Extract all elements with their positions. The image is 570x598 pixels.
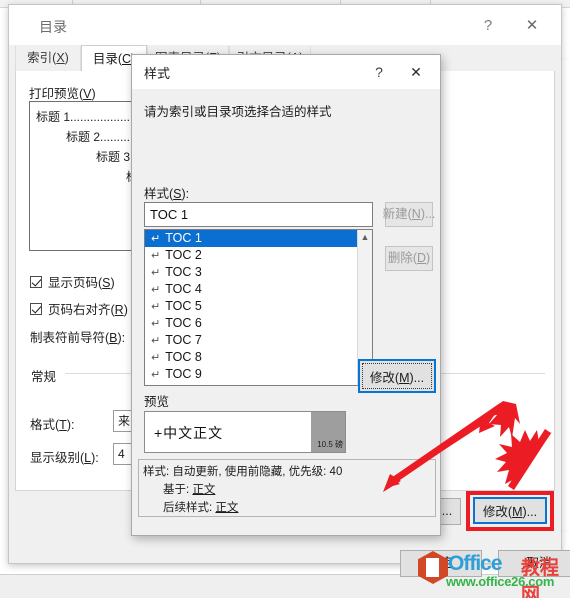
style-dialog: 样式 ? ✕ 请为索引或目录项选择合适的样式 样式(S): TOC 1 ↵ TOC… [131, 54, 570, 577]
close-icon[interactable]: ✕ [517, 14, 547, 38]
style-description-line-3: 后续样式: 正文 [163, 502, 239, 514]
right-align-page-numbers-checkbox[interactable] [30, 303, 42, 315]
paragraph-mark-icon: ↵ [151, 250, 161, 262]
paragraph-mark-icon: ↵ [151, 318, 161, 330]
list-item[interactable]: ↵ TOC 9 [145, 366, 372, 383]
toc-dialog-title: 目录 [39, 19, 67, 35]
list-item[interactable]: ↵ TOC 4 [145, 281, 372, 298]
general-group-title: 常规 [27, 366, 61, 385]
paragraph-mark-icon: ↵ [151, 335, 161, 347]
style-dialog-title: 样式 [144, 66, 171, 81]
format-label: 格式(T): [30, 418, 75, 432]
styles-label: 样式(S): [144, 187, 190, 201]
preview-font-size: 10.5 磅 [317, 440, 343, 449]
style-dialog-prompt: 请为索引或目录项选择合适的样式 [144, 105, 332, 119]
list-item[interactable]: ↵ TOC 2 [145, 247, 372, 264]
list-item[interactable]: ↵ TOC 6 [145, 315, 372, 332]
style-description: 样式: 自动更新, 使用前隐藏, 优先级: 40 基于: 正文 后续样式: 正文 [138, 459, 436, 517]
paragraph-mark-icon: ↵ [151, 369, 161, 381]
tab-index[interactable]: 索引(X) [15, 46, 81, 71]
paragraph-mark-icon: ↵ [151, 352, 161, 364]
focus-outline [362, 363, 432, 389]
style-description-line-1: 样式: 自动更新, 使用前隐藏, 优先级: 40 [143, 466, 343, 478]
list-item[interactable]: ↵ TOC 3 [145, 264, 372, 281]
list-item[interactable]: ↵ TOC 8 [145, 349, 372, 366]
scroll-up-icon[interactable]: ▲ [358, 230, 372, 245]
preview-label: 预览 [144, 395, 170, 409]
new-style-button[interactable]: 新建(N)... [383, 202, 435, 227]
paragraph-mark-icon: ↵ [151, 301, 161, 313]
watermark-url: www.office26.com [446, 574, 555, 589]
annotation-highlight-rect [466, 491, 554, 531]
style-preview-box: +中文正文 10.5 磅 [144, 411, 346, 453]
preview-size-band: 10.5 磅 [311, 412, 345, 452]
tab-leader-label: 制表符前导符(B): [30, 331, 126, 345]
print-preview-label: 打印预览(V) [29, 87, 96, 101]
help-icon[interactable]: ? [366, 61, 392, 83]
paragraph-mark-icon: ↵ [151, 267, 161, 279]
toc-dialog-titlebar: 目录 ? ✕ [9, 5, 561, 45]
screenshot-root: ▲ ▼ ■ 目录 ? ✕ 索引(X) 目录(C) 图表目录(F) [0, 0, 570, 598]
list-item[interactable]: ↵ TOC 1 [145, 230, 372, 247]
office-logo-icon [418, 551, 448, 584]
style-description-line-2: 基于: 正文 [163, 484, 216, 496]
styles-listbox[interactable]: ↵ TOC 1 ↵ TOC 2 ↵ TOC 3 ↵ TOC 4 ↵ TOC 5 ↵ TOC … [144, 229, 373, 386]
preview-font-sample: +中文正文 [154, 425, 224, 441]
style-modify-button[interactable]: 修改(M)... [358, 359, 436, 393]
show-page-numbers-label: 显示页码(S) [48, 276, 115, 290]
list-item[interactable]: ↵ TOC 7 [145, 332, 372, 349]
paragraph-mark-icon: ↵ [151, 233, 161, 245]
style-dialog-titlebar: 样式 ? ✕ [132, 55, 440, 89]
show-page-numbers-checkbox[interactable] [30, 276, 42, 288]
close-icon[interactable]: ✕ [402, 61, 430, 83]
watermark: Office 教程网 www.office26.com [418, 549, 570, 598]
show-levels-label: 显示级别(L): [30, 451, 99, 465]
help-icon[interactable]: ? [473, 14, 503, 38]
delete-style-button[interactable]: 删除(D) [385, 246, 433, 271]
paragraph-mark-icon: ↵ [151, 284, 161, 296]
style-name-input[interactable]: TOC 1 [144, 202, 373, 227]
watermark-brand-latin: Office [448, 552, 503, 575]
list-item[interactable]: ↵ TOC 5 [145, 298, 372, 315]
right-align-page-numbers-label: 页码右对齐(R) [48, 303, 128, 317]
